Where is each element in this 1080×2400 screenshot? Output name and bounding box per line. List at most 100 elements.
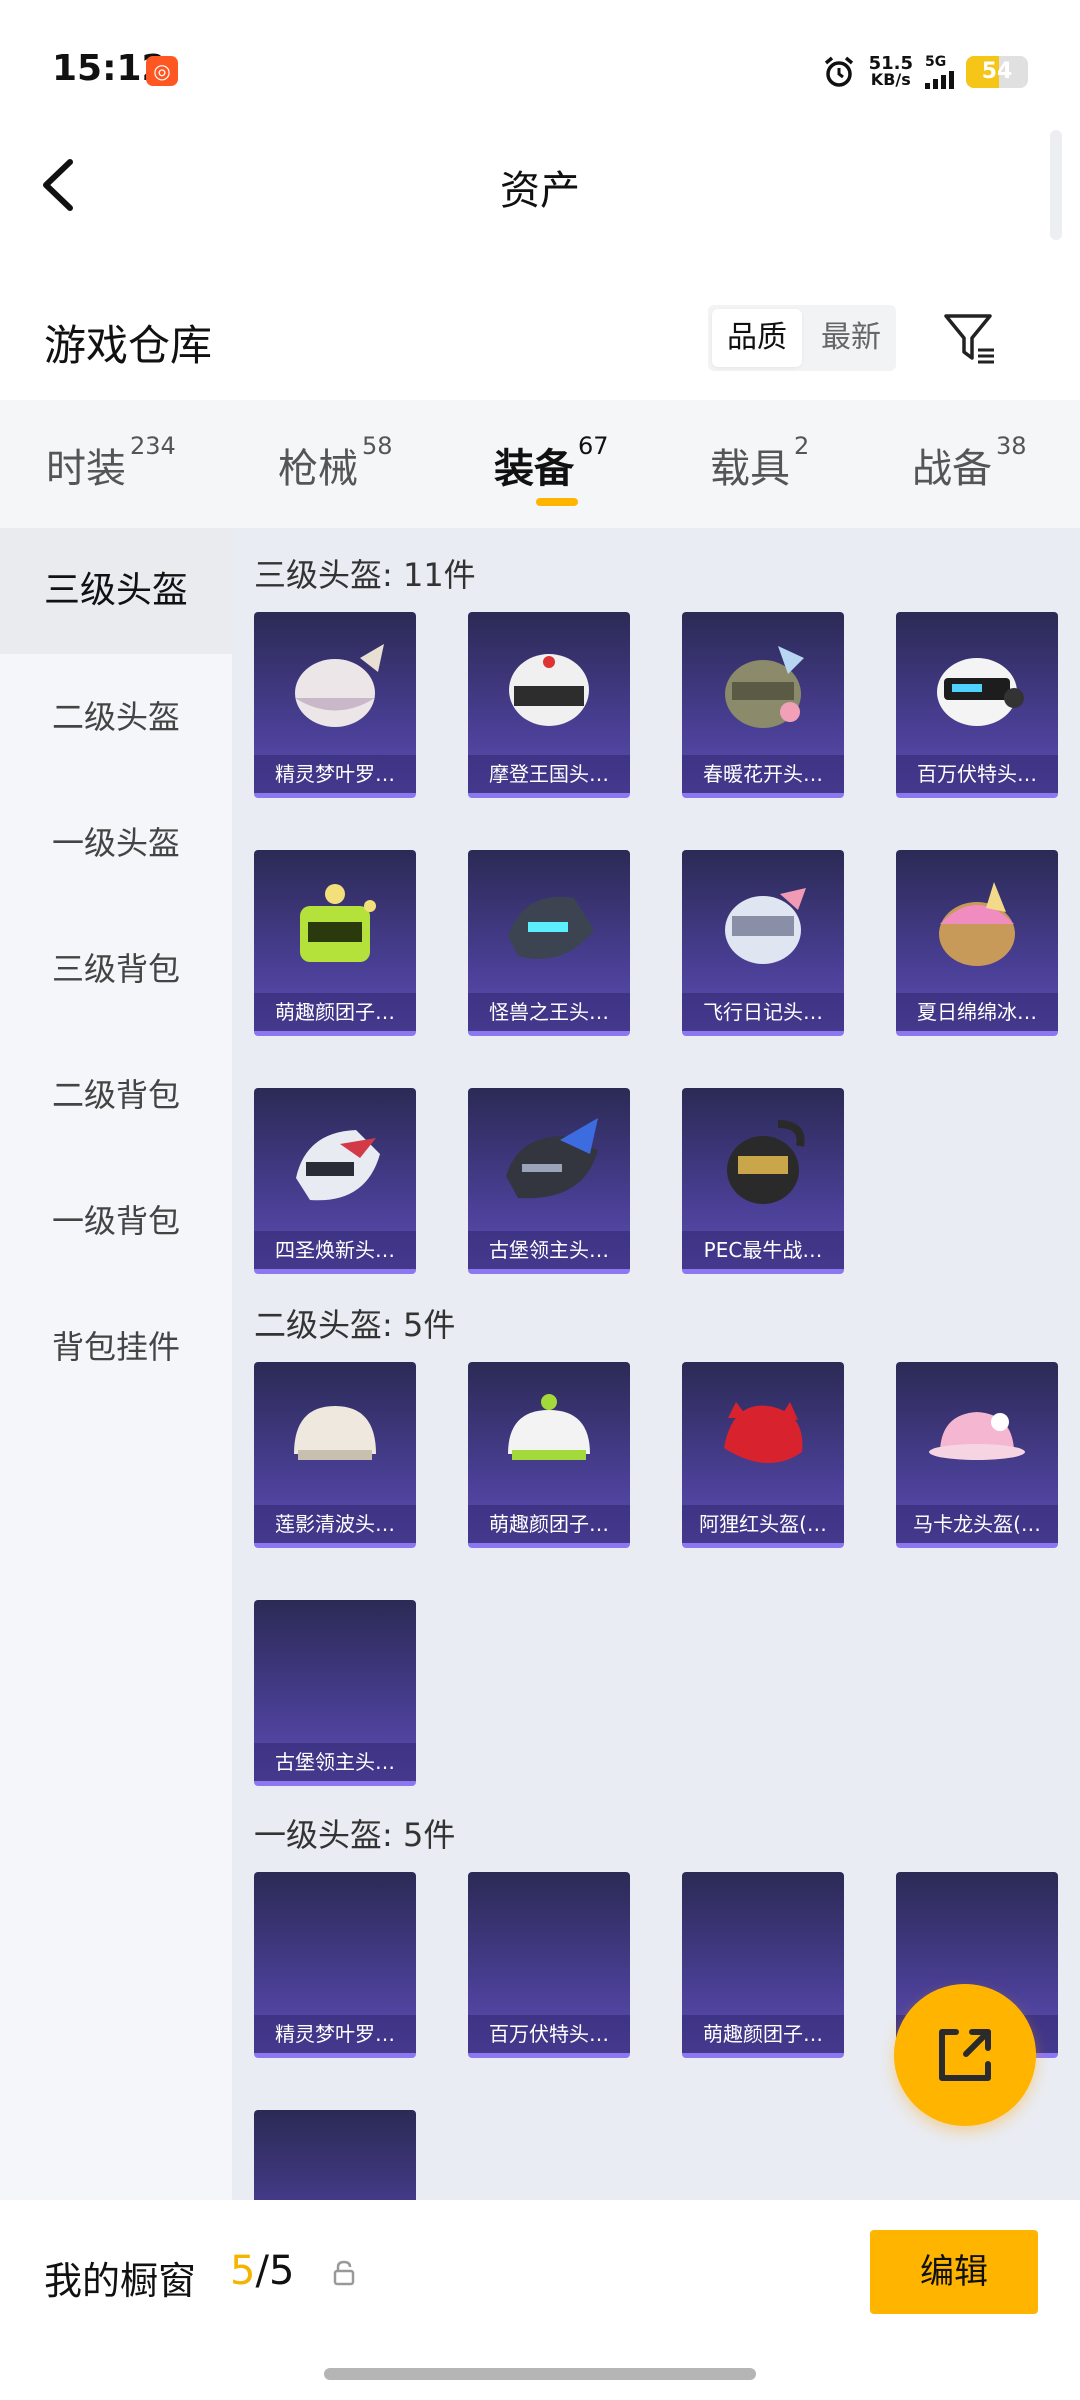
edit-button[interactable]: 编辑 (870, 2230, 1038, 2314)
item-card[interactable]: 四圣焕新头… (254, 1088, 416, 1274)
item-card[interactable]: 古堡领主头… (254, 1600, 416, 1786)
item-card[interactable]: 精灵梦叶罗… (254, 612, 416, 798)
tab-fashion[interactable]: 时装 234 (46, 432, 176, 494)
sidebar-item-level3-helmet[interactable]: 三级头盔 (0, 528, 232, 654)
item-card[interactable]: 怪兽之王头… (468, 850, 630, 1036)
showcase-max: 5 (268, 2248, 295, 2294)
battery-icon: 54 (966, 56, 1028, 88)
item-card[interactable]: 萌趣颜团子… (468, 1362, 630, 1548)
warehouse-title: 游戏仓库 (44, 321, 213, 370)
item-card[interactable]: 古堡领主头… (468, 1088, 630, 1274)
sort-toggle: 品质 最新 (708, 305, 896, 371)
item-name: 摩登王国头… (468, 755, 630, 793)
tab-vehicles[interactable]: 载具 2 (710, 432, 809, 494)
tab-count: 67 (578, 432, 609, 460)
helmet-icon (929, 1412, 1025, 1460)
section-title: 二级头盔: 5件 (254, 1306, 456, 1344)
tab-count: 234 (130, 432, 176, 460)
home-indicator[interactable] (324, 2368, 756, 2380)
app-notification-icon: ◎ (146, 56, 178, 86)
helmet-icon (508, 896, 594, 959)
tab-label: 战备 (912, 446, 992, 492)
assets-page: 15:12 ◎ 51.5 KB/s 5G 54 资产 游戏仓库 品质 最新 时装… (0, 0, 1080, 2400)
item-name: 萌趣颜团子… (468, 1505, 630, 1543)
showcase-count: 5/5 (230, 2248, 294, 2294)
helmet-icon (508, 1394, 590, 1460)
item-grid: 三级头盔: 11件 精灵梦叶罗… 摩登王国头… 春暖花开头… 百万伏特头… 萌趣… (232, 528, 1080, 2200)
helmet-icon (300, 884, 376, 962)
tab-label: 载具 (710, 446, 790, 492)
item-name: 怪兽之王头… (468, 993, 630, 1031)
item-card[interactable]: PEC最牛战… (682, 1088, 844, 1274)
status-icons: 51.5 KB/s 5G 54 (821, 50, 1028, 94)
tab-count: 38 (996, 432, 1027, 460)
item-name: 夏日绵绵冰… (896, 993, 1058, 1031)
sidebar-item-level2-helmet[interactable]: 二级头盔 (0, 654, 232, 780)
tab-label: 枪械 (278, 446, 358, 492)
share-button[interactable] (894, 1984, 1036, 2126)
sidebar-item-backpack-charm[interactable]: 背包挂件 (0, 1284, 232, 1410)
item-card[interactable]: 夏日绵绵冰… (896, 850, 1058, 1036)
sidebar-item-level2-backpack[interactable]: 二级背包 (0, 1032, 232, 1158)
section-title: 一级头盔: 5件 (254, 1816, 456, 1854)
battery-level: 54 (981, 59, 1013, 84)
item-name: PEC最牛战… (682, 1231, 844, 1269)
item-name: 四圣焕新头… (254, 1231, 416, 1269)
item-card[interactable]: 萌趣颜团子… (682, 1872, 844, 2058)
item-card[interactable]: 百万伏特头… (896, 612, 1058, 798)
sidebar-item-level1-backpack[interactable]: 一级背包 (0, 1158, 232, 1284)
sidebar-item-level3-backpack[interactable]: 三级背包 (0, 906, 232, 1032)
item-name: 飞行日记头… (682, 993, 844, 1031)
network-speed-unit: KB/s (870, 70, 911, 89)
tab-count: 58 (362, 432, 393, 460)
helmet-icon (295, 644, 384, 727)
tab-firearms[interactable]: 枪械 58 (278, 432, 393, 494)
network-type: 5G (925, 54, 947, 70)
helmet-icon (296, 1130, 380, 1201)
helmet-icon (725, 646, 804, 728)
item-name: 精灵梦叶罗… (254, 2015, 416, 2053)
item-card[interactable]: 莲影清波头… (254, 1362, 416, 1548)
showcase-label: 我的橱窗 (44, 2259, 197, 2303)
sidebar-item-level1-helmet[interactable]: 一级头盔 (0, 780, 232, 906)
item-card[interactable]: 摩登王国头… (468, 612, 630, 798)
item-card[interactable]: 精灵梦叶罗… (254, 1872, 416, 2058)
item-card[interactable]: 百万伏特头… (468, 1872, 630, 2058)
tab-count: 2 (794, 432, 810, 460)
lock-icon (333, 2260, 355, 2286)
active-tab-indicator (536, 498, 578, 506)
helmet-icon (724, 1402, 803, 1464)
item-card[interactable]: 萌趣颜团子… (254, 850, 416, 1036)
page-title: 资产 (500, 168, 580, 214)
item-card[interactable]: 飞行日记头… (682, 850, 844, 1036)
scroll-indicator[interactable] (1050, 130, 1062, 240)
item-name: 百万伏特头… (896, 755, 1058, 793)
item-card[interactable] (254, 2110, 416, 2200)
sort-by-quality[interactable]: 品质 (712, 309, 802, 367)
section-title: 三级头盔: 11件 (254, 556, 476, 594)
helmet-icon (509, 654, 589, 726)
tab-supplies[interactable]: 战备 38 (912, 432, 1027, 494)
helmet-icon (727, 1120, 805, 1204)
item-name: 古堡领主头… (254, 1743, 416, 1781)
item-name: 古堡领主头… (468, 1231, 630, 1269)
helmet-icon (506, 1118, 598, 1199)
helmet-icon (937, 658, 1024, 726)
sort-by-newest[interactable]: 最新 (806, 305, 896, 371)
item-card[interactable]: 马卡龙头盔(… (896, 1362, 1058, 1548)
filter-icon[interactable] (942, 310, 998, 366)
item-name: 萌趣颜团子… (682, 2015, 844, 2053)
helmet-icon (725, 888, 806, 964)
item-name: 萌趣颜团子… (254, 993, 416, 1031)
tab-equipment[interactable]: 装备 67 (494, 432, 609, 494)
item-card[interactable]: 阿狸红头盔(… (682, 1362, 844, 1548)
alarm-icon (824, 56, 853, 87)
item-name: 百万伏特头… (468, 2015, 630, 2053)
status-bar: 15:12 ◎ 51.5 KB/s 5G 54 (0, 0, 1080, 140)
showcase-current: 5 (230, 2248, 256, 2294)
signal-icon: 5G (925, 55, 954, 89)
item-name: 春暖花开头… (682, 755, 844, 793)
showcase-separator: / (255, 2248, 269, 2294)
item-card[interactable]: 春暖花开头… (682, 612, 844, 798)
sidebar: 三级头盔 二级头盔 一级头盔 三级背包 二级背包 一级背包 背包挂件 (0, 528, 232, 2200)
